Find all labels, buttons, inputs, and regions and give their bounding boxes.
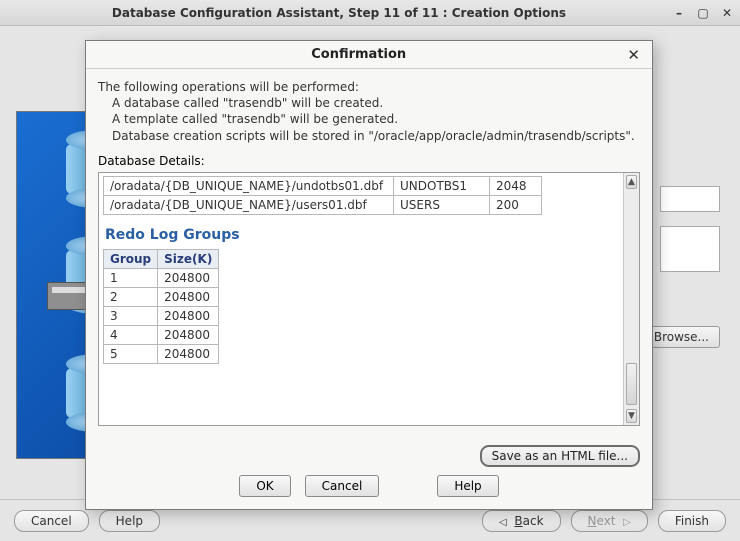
modal-close-icon[interactable]: ✕ <box>623 46 644 64</box>
table-row: 2204800 <box>104 287 219 306</box>
ok-button[interactable]: OK <box>239 475 290 497</box>
table-row: /oradata/{DB_UNIQUE_NAME}/undotbs01.dbf … <box>104 176 542 195</box>
redo-header-size: Size(K) <box>158 249 219 268</box>
scrollbar[interactable]: ▲ ▼ <box>623 173 639 425</box>
file-size: 2048 <box>490 176 542 195</box>
table-row: /oradata/{DB_UNIQUE_NAME}/users01.dbf US… <box>104 195 542 214</box>
modal-cancel-button[interactable]: Cancel <box>305 475 380 497</box>
table-row: 4204800 <box>104 325 219 344</box>
tablespace: USERS <box>394 195 490 214</box>
modal-title: Confirmation <box>94 47 623 62</box>
table-row: 5204800 <box>104 344 219 363</box>
op-line-3: Database creation scripts will be stored… <box>112 128 640 144</box>
file-path: /oradata/{DB_UNIQUE_NAME}/users01.dbf <box>104 195 394 214</box>
tablespace: UNDOTBS1 <box>394 176 490 195</box>
confirmation-dialog: Confirmation ✕ The following operations … <box>85 40 653 510</box>
scroll-thumb[interactable] <box>626 363 637 405</box>
scroll-up-icon[interactable]: ▲ <box>626 175 637 189</box>
redo-title: Redo Log Groups <box>105 227 619 243</box>
overlay: Confirmation ✕ The following operations … <box>0 0 740 541</box>
file-size: 200 <box>490 195 542 214</box>
table-row: 3204800 <box>104 306 219 325</box>
save-html-button[interactable]: Save as an HTML file... <box>480 445 640 467</box>
table-row: 1204800 <box>104 268 219 287</box>
modal-footer: OK Cancel Help <box>86 469 652 509</box>
intro-text: The following operations will be perform… <box>98 79 640 95</box>
op-line-2: A template called "trasendb" will be gen… <box>112 111 640 127</box>
modal-description: The following operations will be perform… <box>98 79 640 144</box>
datafile-table: /oradata/{DB_UNIQUE_NAME}/undotbs01.dbf … <box>103 176 542 215</box>
modal-titlebar: Confirmation ✕ <box>86 41 652 69</box>
redo-table: Group Size(K) 1204800 2204800 3204800 42… <box>103 249 219 364</box>
details-box: /oradata/{DB_UNIQUE_NAME}/undotbs01.dbf … <box>98 172 640 426</box>
op-line-1: A database called "trasendb" will be cre… <box>112 95 640 111</box>
details-label: Database Details: <box>98 154 640 168</box>
redo-header-group: Group <box>104 249 158 268</box>
file-path: /oradata/{DB_UNIQUE_NAME}/undotbs01.dbf <box>104 176 394 195</box>
scroll-down-icon[interactable]: ▼ <box>626 409 637 423</box>
modal-help-button[interactable]: Help <box>437 475 498 497</box>
